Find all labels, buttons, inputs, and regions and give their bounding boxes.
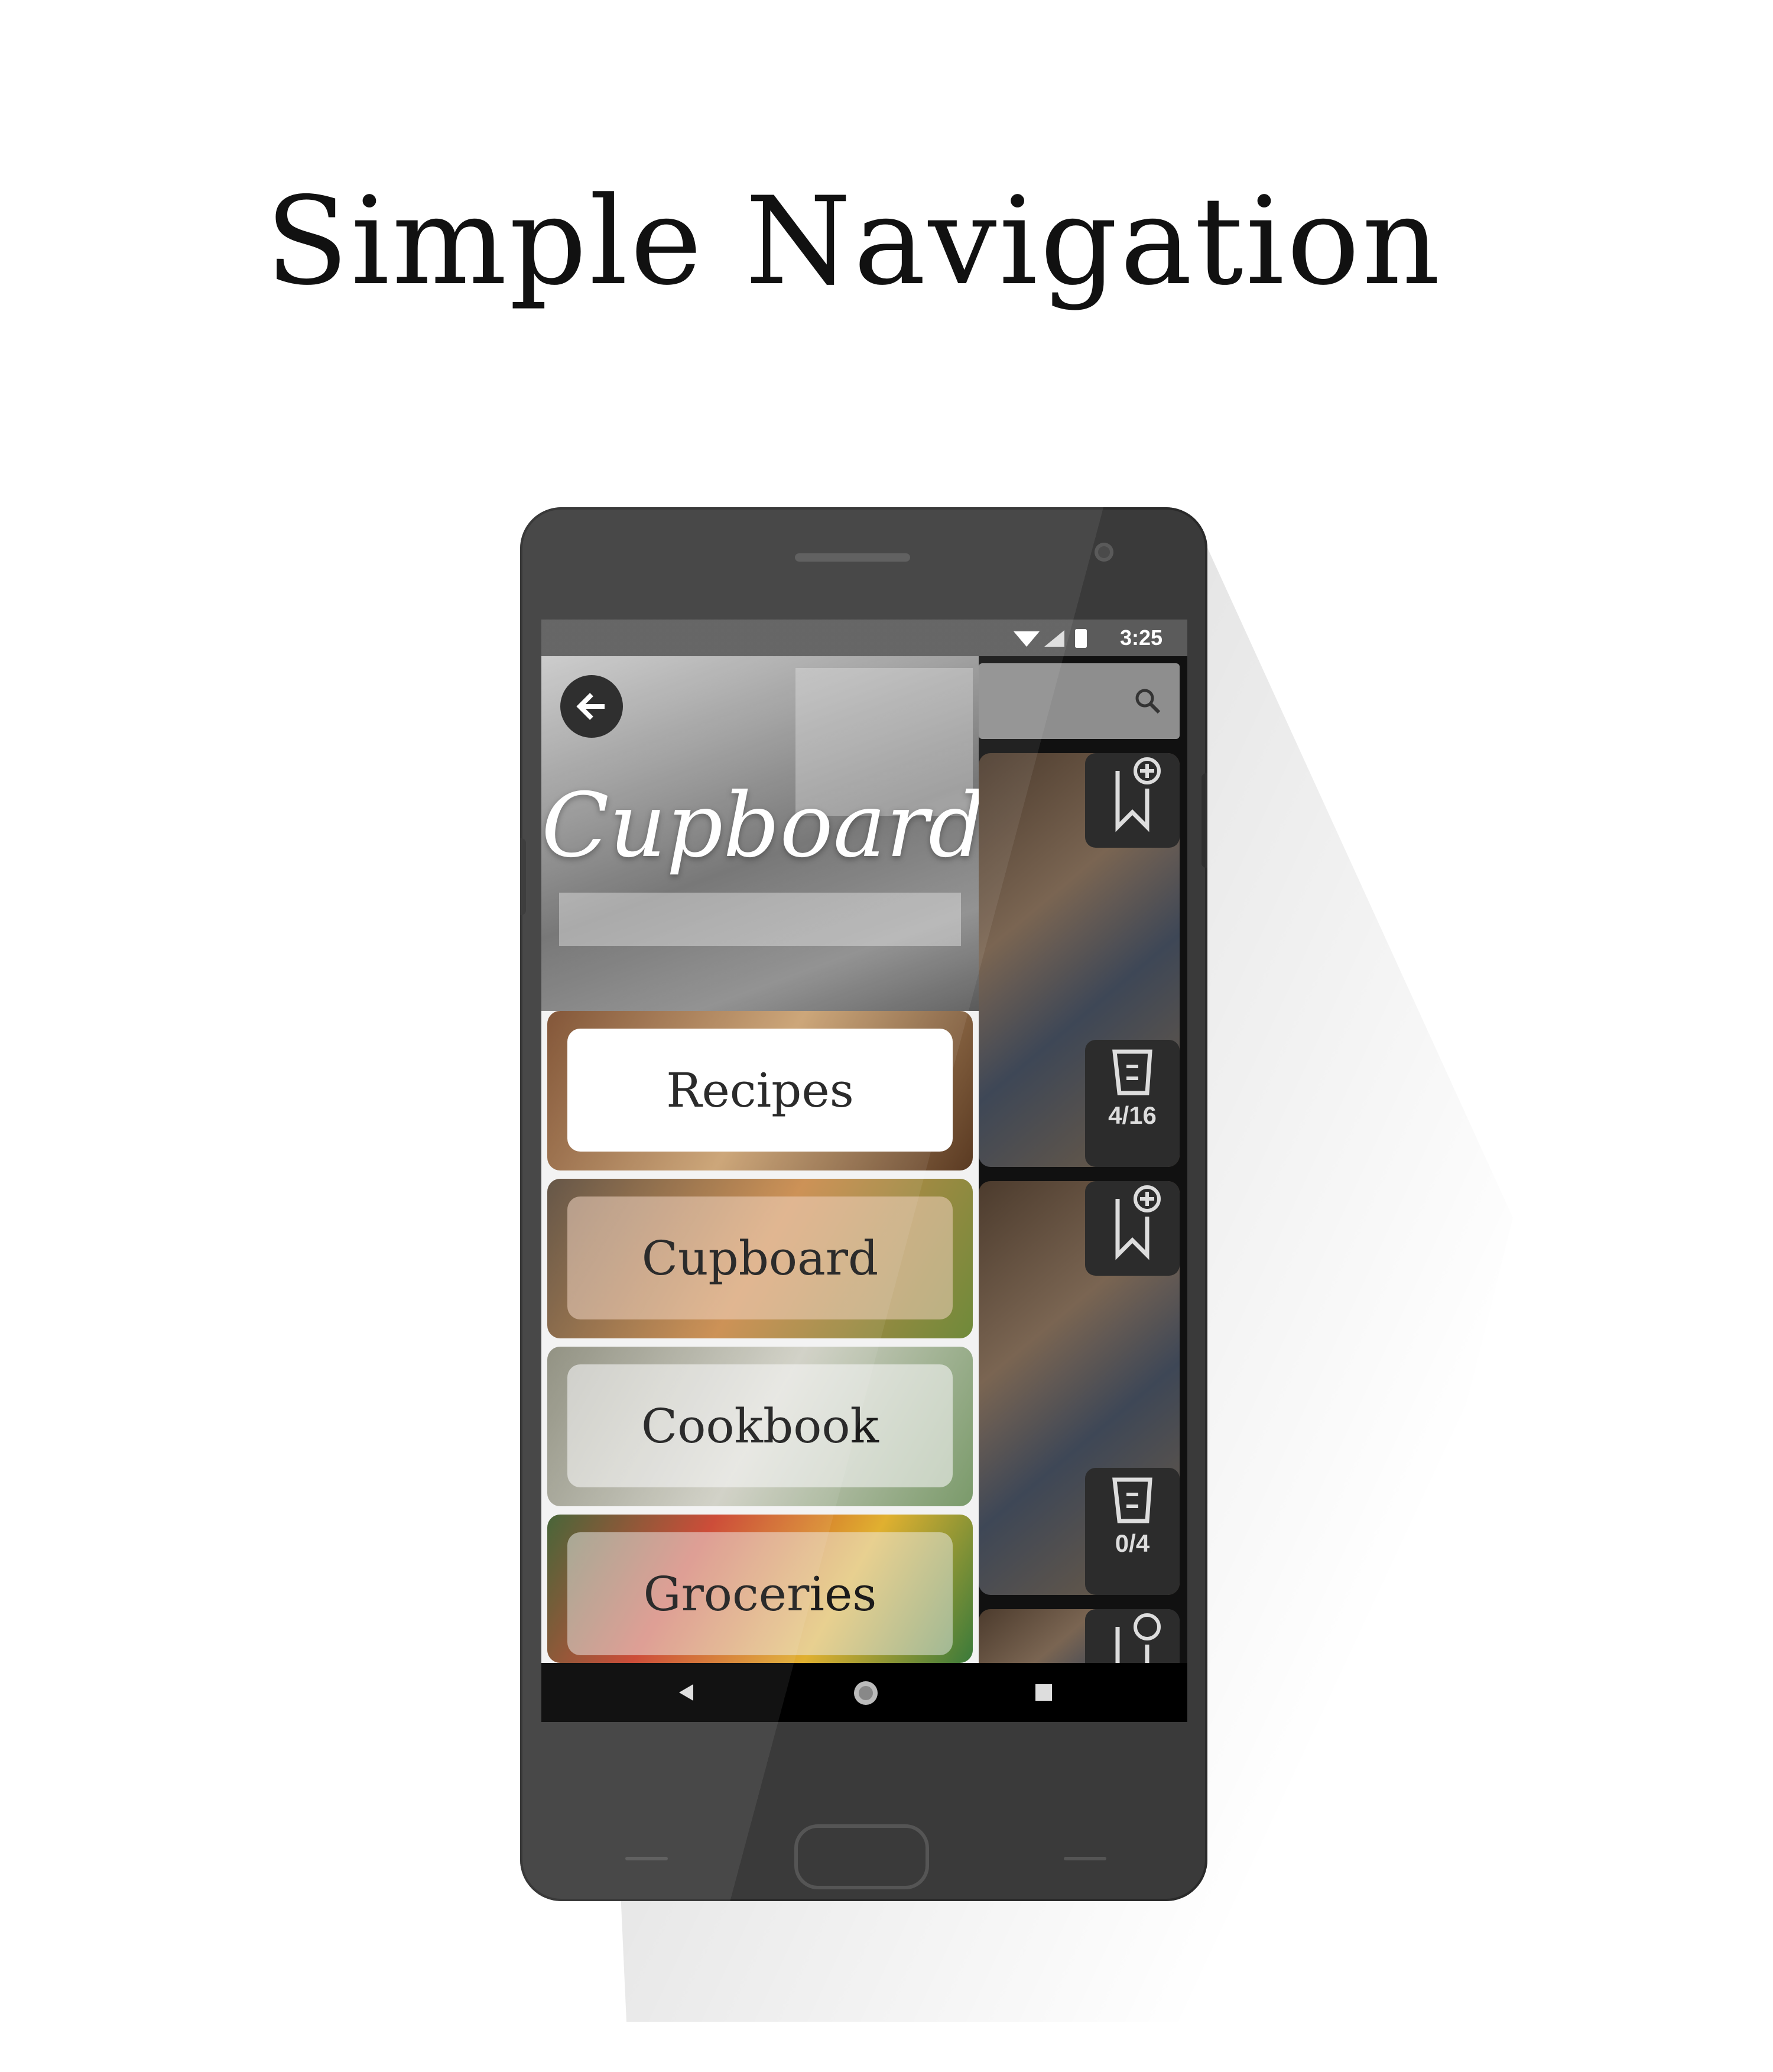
bookmark-add-icon [1115, 757, 1161, 832]
phone-frame: 3:25 4/16 0/4 Cupboard Recipes Cupboard … [520, 507, 1207, 1901]
bookmark-badge[interactable] [1085, 753, 1180, 848]
menu-item-groceries[interactable]: Groceries [547, 1515, 973, 1663]
kitchen-counter [559, 893, 961, 946]
recents-square-icon[interactable] [1032, 1681, 1056, 1704]
arrow-left-icon [576, 693, 605, 720]
wifi-icon [1014, 631, 1040, 647]
front-camera [1095, 543, 1113, 562]
status-icons [1014, 629, 1087, 648]
status-time: 3:25 [1119, 625, 1162, 650]
recipe-card[interactable]: 0/4 [979, 1181, 1180, 1595]
screen: 3:25 4/16 0/4 Cupboard Recipes Cupboard … [541, 620, 1187, 1722]
ingredient-count: 4/16 [1108, 1101, 1157, 1129]
drawer-brand: Cupboard [541, 774, 979, 877]
menu-item-recipes[interactable]: Recipes [547, 1011, 973, 1170]
signal-icon [1044, 630, 1064, 647]
hardware-menu-key [1064, 1857, 1106, 1860]
ingredient-count: 0/4 [1115, 1529, 1150, 1557]
menu-item-label: Recipes [567, 1029, 953, 1152]
status-bar: 3:25 [541, 620, 1187, 656]
battery-icon [1075, 629, 1087, 648]
hardware-home-key [794, 1824, 929, 1889]
drawer-header: Cupboard [541, 656, 979, 1011]
search-icon[interactable] [1134, 687, 1162, 715]
measuring-cup-icon [1112, 1477, 1152, 1523]
recipe-feed: 4/16 0/4 [979, 753, 1187, 1722]
back-triangle-icon[interactable] [674, 1681, 698, 1704]
headline: Simple Navigation [265, 171, 1443, 312]
measuring-cup-icon [1112, 1049, 1152, 1095]
ingredients-badge[interactable]: 4/16 [1085, 1040, 1180, 1167]
menu-item-cupboard[interactable]: Cupboard [547, 1179, 973, 1338]
hardware-back-key [625, 1857, 668, 1860]
app-bar [979, 663, 1180, 739]
bookmark-badge[interactable] [1085, 1181, 1180, 1276]
bookmark-add-icon [1115, 1185, 1161, 1260]
system-nav-bar [541, 1663, 1187, 1722]
menu-item-label: Cookbook [567, 1364, 953, 1487]
power-key [1202, 773, 1207, 868]
back-button[interactable] [560, 675, 623, 738]
menu-item-cookbook[interactable]: Cookbook [547, 1347, 973, 1506]
home-circle-icon[interactable] [851, 1678, 881, 1708]
volume-key [520, 838, 526, 915]
menu-item-label: Cupboard [567, 1196, 953, 1319]
menu-item-label: Groceries [567, 1532, 953, 1655]
earpiece-speaker [795, 553, 910, 562]
recipe-card[interactable]: 4/16 [979, 753, 1180, 1167]
navigation-drawer: Cupboard Recipes Cupboard Cookbook Groce… [541, 656, 979, 1663]
ingredients-badge[interactable]: 0/4 [1085, 1468, 1180, 1595]
